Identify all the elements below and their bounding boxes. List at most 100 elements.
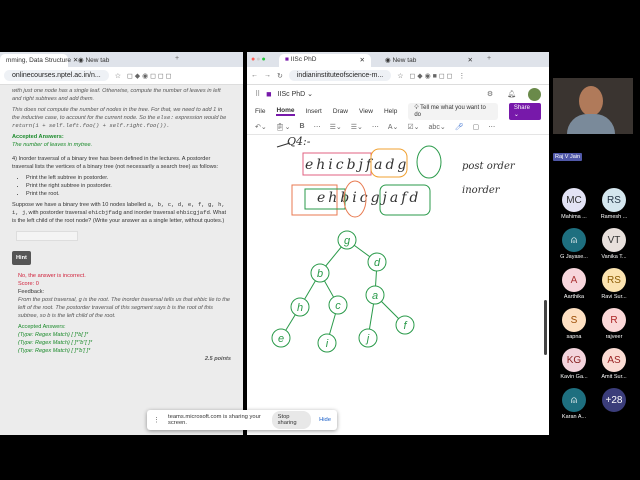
ink-inorder: ehbicgjafd xyxy=(317,190,421,206)
extension-icons[interactable]: ◻ ◆ ◉ ◻ ◻ ◻ xyxy=(127,72,171,80)
participant-avatar: KG xyxy=(562,348,586,372)
url-field[interactable]: indianinstituteofscience-m... xyxy=(288,70,392,81)
accepted-answer: (Type: Regex Match) [ ]*'b'[ ]* xyxy=(18,348,91,354)
list-item: Print the right subtree in postorder. xyxy=(26,182,231,190)
participant-name: rajveer xyxy=(605,334,623,340)
tree-node-label: a xyxy=(372,290,378,302)
undo-icon[interactable]: ↶⌄ xyxy=(255,123,267,131)
share-message: teams.microsoft.com is sharing your scre… xyxy=(168,414,261,426)
answer-input[interactable] xyxy=(16,231,78,241)
spelling-icon[interactable]: abc⌄ xyxy=(429,123,446,131)
avatar[interactable] xyxy=(528,87,541,101)
tab-file[interactable]: File xyxy=(255,108,265,115)
window-controls[interactable]: ●●● xyxy=(251,56,267,63)
styles-icon[interactable]: A⌄ xyxy=(388,123,399,131)
bold-icon[interactable]: B xyxy=(300,123,305,130)
ink-circle xyxy=(416,145,442,179)
tab-nptel[interactable]: mming, Data Structure ✕ xyxy=(0,54,78,67)
ink-inorder-label: inorder xyxy=(462,185,501,196)
numbering-icon[interactable]: ☰⌄ xyxy=(351,123,363,131)
more-icon[interactable]: ⋯ xyxy=(314,123,321,131)
menu-icon[interactable]: ⋮ xyxy=(458,72,465,80)
share-button[interactable]: Share ⌄ xyxy=(508,102,541,120)
tab-view[interactable]: View xyxy=(359,108,373,115)
question-text: Suppose we have a binary tree with 10 no… xyxy=(12,201,226,224)
notebook-selector[interactable]: IISc PhD ⌄ xyxy=(278,90,313,98)
more-icon[interactable]: ⋯ xyxy=(372,123,379,131)
stop-sharing-button[interactable]: Stop sharing xyxy=(271,411,312,429)
participant-name: Vanika T... xyxy=(601,254,627,260)
tab-home[interactable]: Home xyxy=(276,107,295,116)
participant-name: Karan A... xyxy=(561,414,587,420)
tab-help[interactable]: Help xyxy=(384,108,397,115)
more-participants-button[interactable]: +28 xyxy=(602,388,626,412)
feedback-label: Feedback: xyxy=(18,289,45,295)
participant-name: Kavin Ga... xyxy=(560,374,588,380)
right-browser-window: ●●● ■ IISc PhD ✕ ◉ New tab ✕ + ← → ↻ ind… xyxy=(247,52,549,435)
list-item: Print the left subtree in postorder. xyxy=(26,174,231,182)
tab-bar: mming, Data Structure ✕ ◉ New tab + xyxy=(0,52,243,67)
tab-onenote[interactable]: ■ IISc PhD ✕ xyxy=(279,54,371,67)
bullets-icon[interactable]: ☰⌄ xyxy=(330,123,342,131)
address-bar: onlinecourses.nptel.ac.in/n... ☆ ◻ ◆ ◉ ◻… xyxy=(0,67,243,85)
bookmark-star-icon[interactable]: ☆ xyxy=(397,72,403,80)
participant-avatar: VT xyxy=(602,228,626,252)
tree-node-label: b xyxy=(317,268,323,280)
tree-node-label: d xyxy=(374,257,381,269)
tell-me-search[interactable]: 💡︎ Tell me what you want to do xyxy=(408,102,498,120)
tab-title: IISc PhD xyxy=(290,56,317,63)
accepted-answer: (Type: Regex Match) [ ]*"b"[ ]* xyxy=(18,340,93,346)
participant-name: Ramesh ... xyxy=(600,214,628,220)
hide-button[interactable]: Hide xyxy=(319,417,331,423)
tab-draw[interactable]: Draw xyxy=(333,108,348,115)
participant-avatar: RS xyxy=(602,188,626,212)
screen-share-bar: ⋮ teams.microsoft.com is sharing your sc… xyxy=(147,410,337,430)
note-canvas[interactable]: Q4:- ehicbjfadg post order ehbicgjafd in… xyxy=(247,135,549,435)
participant-avatar: A xyxy=(562,268,586,292)
tab-new[interactable]: ◉ New tab ✕ xyxy=(379,54,479,67)
list-item: Print the root. xyxy=(26,190,231,198)
ink-postorder-label: post order xyxy=(462,161,516,172)
assignment-content: with just one node has a single leaf. Ot… xyxy=(0,85,243,368)
participant-avatar: S xyxy=(562,308,586,332)
new-tab-icon[interactable]: + xyxy=(487,55,491,62)
clipboard-icon[interactable]: 📋︎⌄ xyxy=(276,123,291,131)
participant-avatar: ⍝ xyxy=(562,228,586,252)
tree-node-label: g xyxy=(344,235,351,247)
feedback-text: with just one node has a single leaf. Ot… xyxy=(12,88,221,102)
participant-name: Amit Sur... xyxy=(601,374,627,380)
dictate-icon[interactable]: 🎤︎ xyxy=(455,123,464,131)
more-icon[interactable]: ⋯ xyxy=(488,123,495,131)
tab-new[interactable]: ◉ New tab xyxy=(72,54,172,67)
app-launcher-icon[interactable]: ⠿ xyxy=(255,90,260,98)
participant-avatar: AS xyxy=(602,348,626,372)
bookmark-star-icon[interactable]: ☆ xyxy=(115,72,121,80)
tag-icon[interactable]: ☑⌄ xyxy=(407,123,419,131)
extension-icons[interactable]: ◻ ◆ ◉ ■ ◻ ◻ xyxy=(410,72,453,80)
drag-handle-icon[interactable]: ⋮ xyxy=(153,416,160,424)
participant-avatar: R xyxy=(602,308,626,332)
forward-icon[interactable]: → xyxy=(264,72,271,79)
accepted-answer: (Type: Regex Match) [ ]*b[ ]* xyxy=(18,332,89,338)
participant-avatar: RS xyxy=(602,268,626,292)
reload-icon[interactable]: ↻ xyxy=(277,72,283,80)
new-tab-icon[interactable]: + xyxy=(175,55,179,62)
ink-tree: gbdh cae i jf xyxy=(271,230,415,353)
back-icon[interactable]: ← xyxy=(251,72,258,79)
result-message: No, the answer is incorrect. xyxy=(18,273,86,279)
hint-button[interactable]: Hint xyxy=(12,251,31,265)
sticky-note-icon[interactable]: ▢ xyxy=(473,123,480,131)
url-field[interactable]: onlinecourses.nptel.ac.in/n... xyxy=(4,70,109,81)
tree-node-label: c xyxy=(335,300,341,312)
participant-avatar: ⍝ xyxy=(562,388,586,412)
bell-icon[interactable]: 🔔︎ xyxy=(507,90,516,98)
settings-icon[interactable]: ⚙ xyxy=(487,90,493,98)
points: 2.5 points xyxy=(204,356,231,362)
accepted-label: Accepted Answers: xyxy=(12,134,64,140)
participant-name: Ravi Sur... xyxy=(601,294,627,300)
tab-insert[interactable]: Insert xyxy=(306,108,322,115)
scrollbar[interactable] xyxy=(544,300,547,355)
onenote-header: ⠿ ■ IISc PhD ⌄ ⚙ 🔔︎ xyxy=(247,85,549,103)
accepted-label: Accepted Answers: xyxy=(18,324,66,330)
participant-avatar: MC xyxy=(562,188,586,212)
